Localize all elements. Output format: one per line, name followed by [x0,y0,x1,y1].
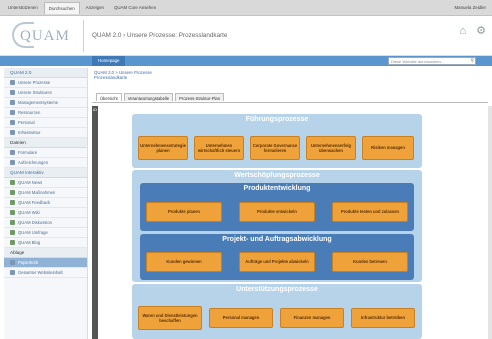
ribbon-tabs: Unterstützenen Durchsuchen Anzeigen QUAM… [4,2,160,14]
settings-icon[interactable]: ⚙ [476,26,486,37]
process-risiken-managen[interactable]: Risiken managen [362,136,414,160]
sidebar-item-infrastruktur[interactable]: Infrastruktur [4,128,87,138]
page-icon [10,110,15,115]
process-personal-managen[interactable]: Personal managen [209,308,273,328]
tab-uebersicht[interactable]: Übersicht [96,93,122,101]
nav-home[interactable]: Homepage [92,56,126,66]
document-icon [10,150,15,155]
ribbon-tab-view[interactable]: Anzeigen [82,2,108,14]
list-icon [10,200,15,205]
process-kunden-betreuen[interactable]: Kunden betreuen [332,252,408,272]
fuehrungsprozesse-title: Führungsprozesse [245,116,309,123]
page-title: QUAM 2.0 › Unsere Prozesse: Prozesslandk… [92,32,228,39]
list-icon [10,210,15,215]
process-auftraege-abwickeln[interactable]: Aufträge und Projekte abwickeln [239,252,315,272]
ribbon-tab-core-view[interactable]: QUAM Core Ansehen [110,2,160,14]
tag-icon[interactable]: ⌂ [459,26,466,37]
ribbon-tab-site-actions[interactable]: Unterstützenen [4,2,42,14]
sidebar-item-blog[interactable]: QUAM Blog [4,238,87,248]
sidebar-item-managementsysteme[interactable]: Managementsysteme [4,98,87,108]
tab-prozess-struktur-plan[interactable]: Prozess-Struktur-Plan [175,93,225,101]
sidebar-item-unsere-prozesse[interactable]: Unsere Prozesse [4,78,87,88]
logo-text: QUAM [20,28,70,44]
list-icon [10,220,15,225]
process-unternehmenserfolg[interactable]: Unternehmenserfolg überwachen [306,136,356,160]
vertical-scrollbar[interactable] [488,106,492,339]
wertschoepfungsprozesse-title: Wertschöpfungsprozesse [234,172,320,179]
sidebar-item-unsere-strukturen[interactable]: Unsere Strukturen [4,88,87,98]
sidebar-item-personal[interactable]: Personal [4,118,87,128]
sidebar-item-diskussion[interactable]: QUAM Diskussion [4,218,87,228]
edit-strip[interactable]: ID [92,106,98,339]
sidebar-item-umfrage[interactable]: QUAM Umfrage [4,228,87,238]
page-tabs: Übersicht Verantwortungstabelle Prozess-… [96,93,225,101]
list-icon [10,230,15,235]
document-icon [10,160,15,165]
process-unternehmen-steuern[interactable]: Unternehmen wirtschaftlich steuern [194,136,244,160]
process-waren-beschaffen[interactable]: Waren und Dienstleistungen beschaffen [138,306,202,330]
search-box[interactable]: Diese Website durchsuchen... ⚲ [388,57,476,65]
site-header: QUAM QUAM 2.0 › Unsere Prozesse: Prozess… [0,16,492,56]
site-logo[interactable]: QUAM [4,20,84,52]
search-input[interactable]: Diese Website durchsuchen... [391,59,444,64]
breadcrumb-current[interactable]: Prozesslandkarte [94,75,127,80]
sidebar-item-wiki[interactable]: QUAM Wiki [4,208,87,218]
page-icon [10,130,15,135]
list-icon [10,190,15,195]
unterstuetzungsprozesse-title: Unterstützungsprozesse [236,286,318,293]
page-icon [10,120,15,125]
recycle-bin-icon [10,260,15,265]
top-nav-bar: Homepage Diese Website durchsuchen... ⚲ [0,56,492,66]
sidebar-item-news[interactable]: QUAM News [4,178,87,188]
page-icon [10,90,15,95]
site-content-icon [10,270,15,275]
process-produkte-planen[interactable]: Produkte planen [146,202,222,222]
list-icon [10,240,15,245]
page-icon [10,80,15,85]
process-finanzen-managen[interactable]: Finanzen managen [280,308,344,328]
user-menu[interactable]: Manuela Zeidler [455,5,486,10]
main-content: QUAM 2.0 > Unsere Prozesse Prozesslandka… [92,68,492,339]
sidebar-item-feedback[interactable]: QUAM Feedback [4,198,87,208]
sidebar-heading-interaktiv[interactable]: QUAM Interaktiv [4,168,87,178]
sidebar-heading-ablage[interactable]: Ablage [4,248,87,258]
sidebar-heading-quam[interactable]: QUAM 2.0 [4,68,87,78]
sidebar-item-ressourcen[interactable]: Ressourcen [4,108,87,118]
quick-launch-sidebar: QUAM 2.0 Unsere Prozesse Unsere Struktur… [4,68,88,339]
sidebar-item-papierkorb[interactable]: Papierkorb [4,258,87,268]
tab-verantwortungstabelle[interactable]: Verantwortungstabelle [123,93,174,101]
process-unternehmensstrategie[interactable]: Unternehmensstrategie planen [138,136,188,160]
sidebar-item-gesamter-inhalt[interactable]: Gesamter Websiteinhalt [4,268,87,278]
page-icon [10,100,15,105]
process-produkte-entwickeln[interactable]: Produkte entwickeln [239,202,315,222]
sidebar-heading-dateien[interactable]: Dateien [4,138,87,148]
top-ribbon: Unterstützenen Durchsuchen Anzeigen QUAM… [0,0,492,16]
sidebar-item-aufzeichnungen[interactable]: Aufzeichnungen [4,158,87,168]
produktentwicklung-title: Produktentwicklung [243,185,311,192]
list-icon [10,180,15,185]
header-icons: ⌂ ⚙ [459,26,486,37]
process-produkte-testen[interactable]: Produkte testen und zulassen [332,202,408,222]
process-corporate-governance[interactable]: Corporate Governance formulieren [250,136,300,160]
process-kunden-gewinnen[interactable]: Kunden gewinnen [146,252,222,272]
sidebar-item-massnahmen[interactable]: QUAM Maßnahmen [4,188,87,198]
ribbon-tab-browse[interactable]: Durchsuchen [43,2,80,14]
sidebar-item-formulare[interactable]: Formulare [4,148,87,158]
projektabwicklung-title: Projekt- und Auftragsabwicklung [222,236,332,243]
tab-divider [92,102,488,103]
search-icon[interactable]: ⚲ [470,58,474,64]
process-infrastruktur-betreiben[interactable]: Infrastruktur betreiben [351,308,415,328]
